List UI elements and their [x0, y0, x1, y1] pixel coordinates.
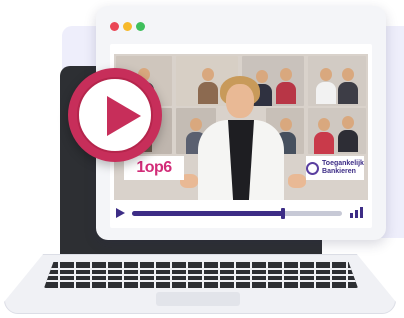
logo-toegankelijk-bankieren: Toegankelijk Bankieren	[306, 156, 364, 180]
logo-right-line1: Toegankelijk	[322, 160, 364, 167]
seek-bar-thumb[interactable]	[281, 208, 286, 219]
video-tile	[308, 56, 366, 106]
logo-1op6: 1op6	[124, 156, 184, 180]
laptop-keyboard	[44, 262, 358, 288]
window-close-dot[interactable]	[110, 22, 119, 31]
seek-bar-progress	[132, 211, 284, 216]
logo-right-line2: Bankieren	[322, 168, 356, 175]
play-icon	[107, 96, 141, 136]
play-button[interactable]	[68, 68, 162, 162]
window-maximize-dot[interactable]	[136, 22, 145, 31]
window-minimize-dot[interactable]	[123, 22, 132, 31]
laptop-trackpad	[156, 292, 240, 306]
play-icon[interactable]	[116, 208, 125, 218]
play-button-inner	[77, 77, 153, 153]
seek-bar[interactable]	[132, 208, 342, 219]
logo-1op6-text: 1op6	[136, 159, 172, 176]
video-tile	[308, 108, 366, 154]
volume-icon[interactable]	[350, 207, 364, 218]
presenter-right-hand	[288, 174, 306, 188]
presenter-face	[226, 84, 254, 118]
toegankelijk-bankieren-icon	[306, 161, 320, 175]
video-controls	[114, 204, 368, 222]
